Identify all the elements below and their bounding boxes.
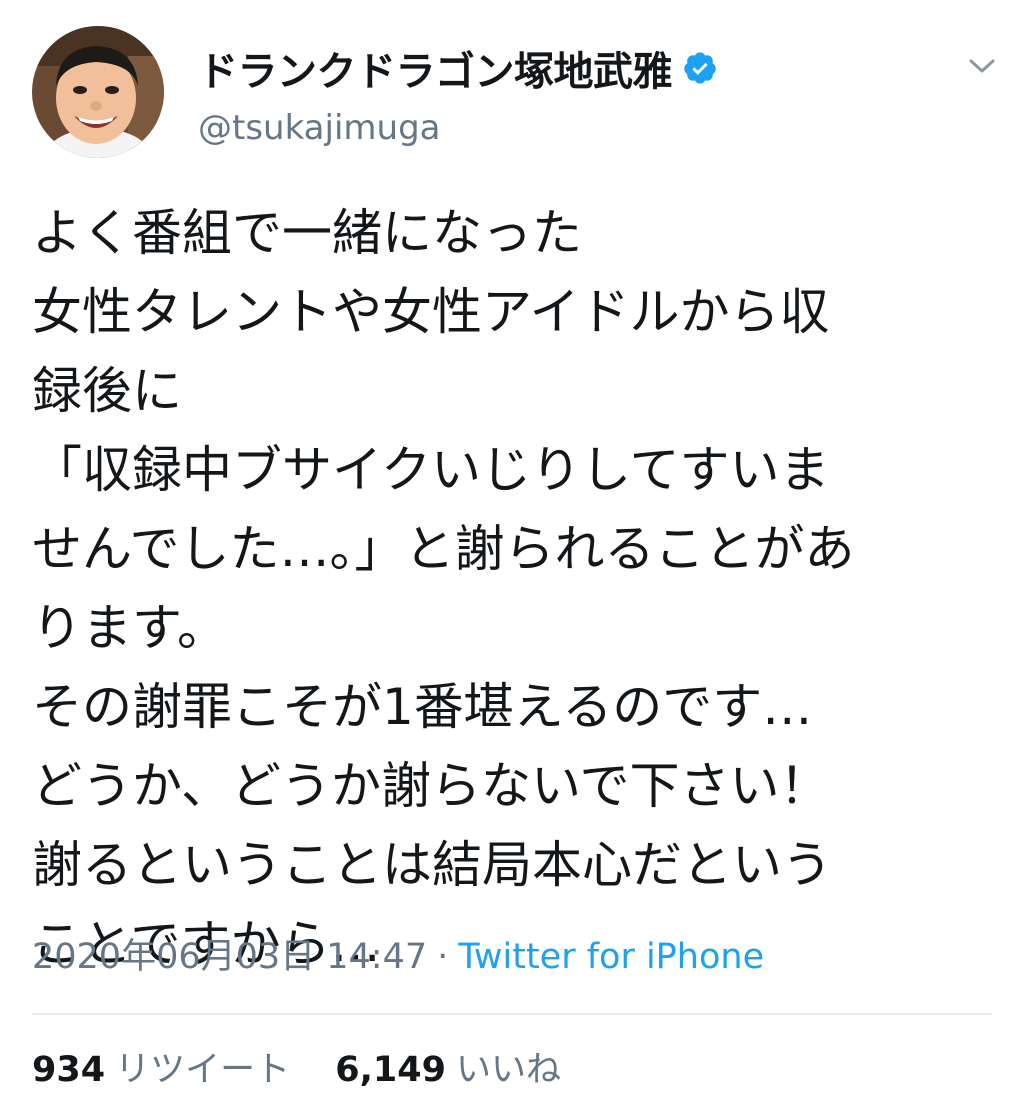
tweet-text: よく番組で一緒になった 女性タレントや女性アイドルから収 録後に 「収録中ブサイ… [32, 194, 992, 984]
tweet-text-line: どうか、どうか謝らないで下さい！ [32, 757, 830, 815]
retweets-label: リツイート [115, 1050, 291, 1090]
tweet-meta: 2020年06月03日 14:47 · Twitter for iPhone [32, 932, 764, 982]
meta-separator: · [437, 937, 449, 977]
avatar-image [32, 26, 164, 158]
likes-count: 6,149 [335, 1050, 446, 1090]
tweet-text-line: よく番組で一緒になった [32, 204, 582, 262]
tweet-text-line: ります。 [32, 599, 227, 657]
tweet-text-line: 録後に [32, 362, 182, 420]
avatar[interactable] [32, 26, 164, 158]
tweet-text-line: 謝るということは結局本心だという [32, 836, 832, 894]
chevron-down-icon[interactable] [962, 48, 1002, 84]
verified-badge-icon [682, 50, 718, 86]
tweet-source-link[interactable]: Twitter for iPhone [458, 937, 764, 977]
tweet-text-line: 女性タレントや女性アイドルから収 [32, 283, 830, 341]
retweets-stat[interactable]: 934 リツイート [32, 1044, 290, 1096]
likes-stat[interactable]: 6,149 いいね [335, 1044, 561, 1096]
tweet-text-line: せんでした…。」と謝られることがあ [32, 520, 855, 578]
likes-label: いいね [455, 1050, 561, 1090]
divider [32, 1013, 992, 1015]
tweet-text-line: 「収録中ブサイクいじりしてすいま [32, 441, 830, 499]
tweet-text-line: その謝罪こそが1番堪えるのです… [32, 678, 813, 736]
tweet-stats: 934 リツイート 6,149 いいね [32, 1044, 595, 1096]
display-name[interactable]: ドランクドラゴン塚地武雅 [198, 39, 673, 97]
retweets-count: 934 [32, 1050, 106, 1090]
tweet-timestamp[interactable]: 2020年06月03日 14:47 [32, 937, 427, 977]
user-handle[interactable]: @tsukajimuga [198, 108, 441, 148]
display-name-row[interactable]: ドランクドラゴン塚地武雅 [198, 40, 718, 96]
